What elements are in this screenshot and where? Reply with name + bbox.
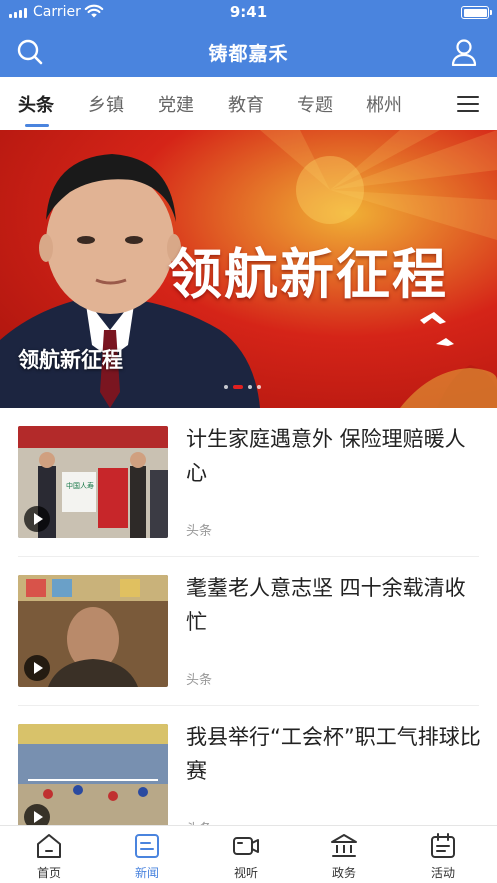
news-item[interactable]: 耄耋老人意志坚 四十余载清收忙 头条 (0, 557, 497, 706)
nav-label: 新闻 (134, 866, 159, 880)
app-bar: 铸都嘉禾 (0, 27, 497, 77)
header: Carrier 9:41 铸都嘉禾 (0, 0, 497, 77)
clock: 9:41 (229, 3, 268, 21)
news-thumbnail (18, 575, 168, 687)
banner-caption: 领航新征程 (18, 348, 123, 372)
tab-party[interactable]: 党建 (158, 91, 194, 117)
nav-label: 首页 (36, 866, 61, 880)
news-tag: 头条 (186, 524, 213, 539)
news-tag: 头条 (186, 673, 213, 688)
carousel-dots (224, 385, 261, 389)
news-item[interactable]: 中国人寿 计生家庭遇意外 保险理赔暖人心 头条 (0, 408, 497, 557)
carousel-dot-active[interactable] (233, 385, 243, 389)
nav-activities[interactable]: 活动 (413, 832, 473, 881)
user-icon[interactable] (451, 38, 477, 66)
status-bar: Carrier 9:41 (0, 0, 497, 27)
nav-label: 政务 (331, 866, 356, 880)
nav-label: 活动 (430, 866, 455, 880)
news-thumbnail (18, 724, 168, 836)
tab-topics[interactable]: 专题 (297, 91, 333, 117)
category-tabs: 头条 乡镇 党建 教育 专题 郴州 (0, 77, 497, 130)
news-title: 计生家庭遇意外 保险理赔暖人心 (186, 427, 466, 485)
nav-news[interactable]: 新闻 (117, 832, 177, 881)
banner-headline: 领航新征程 (168, 242, 448, 306)
nav-government[interactable]: 政务 (314, 832, 374, 881)
news-icon (135, 834, 159, 858)
carousel-dot[interactable] (248, 385, 252, 389)
play-icon[interactable] (24, 655, 50, 681)
battery-icon (461, 6, 492, 19)
tab-towns[interactable]: 乡镇 (88, 91, 124, 117)
tab-chenzhou[interactable]: 郴州 (366, 91, 402, 117)
calendar-icon (431, 833, 455, 858)
bottom-nav: 首页 新闻 视听 政务 活动 (0, 825, 497, 883)
tab-education[interactable]: 教育 (228, 91, 264, 117)
carousel-dot[interactable] (224, 385, 228, 389)
home-icon (37, 834, 61, 858)
government-icon (331, 834, 357, 857)
news-title: 耄耋老人意志坚 四十余载清收忙 (186, 576, 466, 634)
news-thumbnail: 中国人寿 (18, 426, 168, 538)
app-title: 铸都嘉禾 (208, 43, 289, 65)
play-icon[interactable] (24, 506, 50, 532)
carousel-dot[interactable] (257, 385, 261, 389)
thumb-logo-text: 中国人寿 (66, 481, 94, 490)
nav-label: 视听 (233, 866, 258, 880)
nav-video[interactable]: 视听 (216, 832, 276, 881)
tab-headlines[interactable]: 头条 (18, 91, 54, 117)
nav-home[interactable]: 首页 (19, 832, 79, 881)
news-title: 我县举行“工会杯”职工气排球比赛 (186, 725, 481, 783)
menu-icon[interactable] (457, 96, 479, 112)
video-icon (233, 837, 259, 855)
tab-indicator (25, 124, 49, 127)
banner-carousel[interactable]: 领航新征程 领航新征程 (0, 130, 497, 408)
